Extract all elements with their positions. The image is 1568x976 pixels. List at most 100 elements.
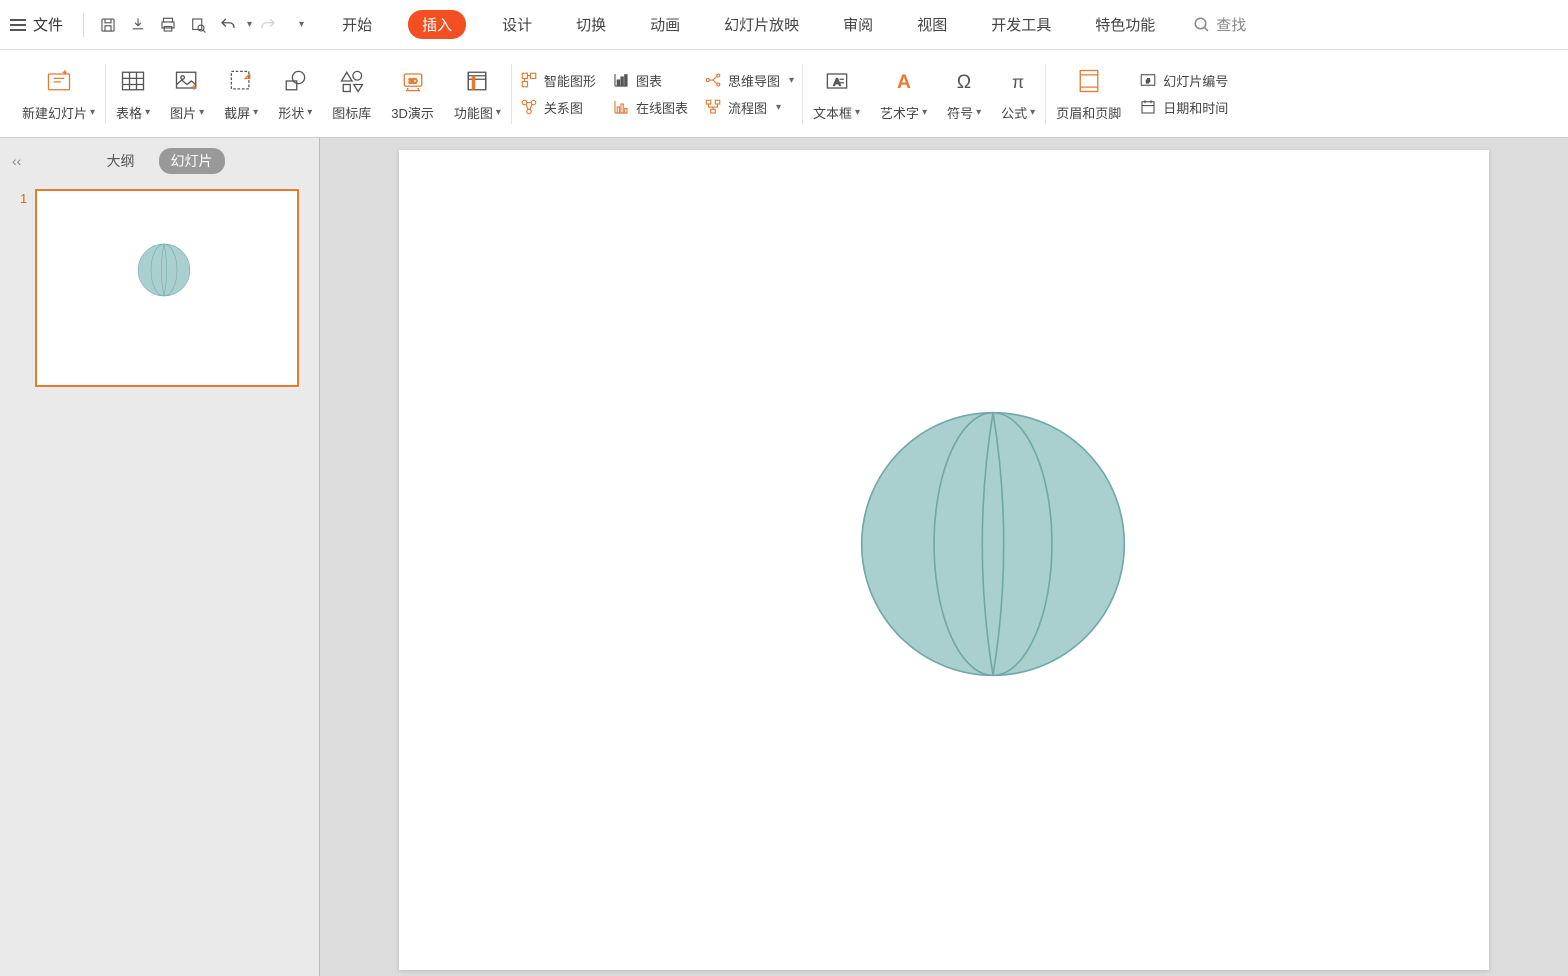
new-slide-label: 新建幻灯片 (22, 103, 87, 122)
tab-transition[interactable]: 切换 (568, 10, 614, 39)
textbox-icon: A (821, 65, 853, 97)
chart-icon (612, 71, 630, 89)
shape-button[interactable]: 形状▾ (268, 50, 322, 137)
chart-label: 图表 (636, 71, 662, 90)
screenshot-icon (225, 65, 257, 97)
equation-label: 公式 (1001, 103, 1027, 122)
relation-button[interactable]: 关系图 (520, 98, 596, 117)
chart-group: 图表 在线图表 (604, 50, 696, 137)
table-button[interactable]: 表格▾ (106, 50, 160, 137)
datetime-icon (1139, 98, 1157, 116)
feature-img-icon (461, 65, 493, 97)
image-button[interactable]: 图片▾ (160, 50, 214, 137)
new-slide-button[interactable]: 新建幻灯片▾ (12, 50, 105, 137)
main-area: ‹‹ 大纲 幻灯片 1 (0, 138, 1568, 976)
datetime-label: 日期和时间 (1163, 98, 1228, 117)
shape-label: 形状 (278, 103, 304, 122)
slide-thumb-wrap: 1 (0, 189, 319, 387)
slide-panel: ‹‹ 大纲 幻灯片 1 (0, 138, 320, 976)
wordart-icon: A (888, 65, 920, 97)
export-icon[interactable] (124, 11, 152, 39)
slide-number-icon: # (1139, 71, 1157, 89)
datetime-button[interactable]: 日期和时间 (1139, 98, 1228, 117)
menu-bar: 文件 ▾ ▾ 开始 插入 设计 切换 动画 幻灯片放映 审阅 视图 开发工具 (0, 0, 1568, 50)
symbol-label: 符号 (947, 103, 973, 122)
collapse-icon[interactable]: ‹‹ (12, 153, 21, 169)
tab-insert[interactable]: 插入 (408, 10, 466, 39)
search-icon (1193, 16, 1211, 34)
slide-number-1: 1 (20, 191, 27, 387)
tab-slideshow[interactable]: 幻灯片放映 (716, 10, 807, 39)
tab-features[interactable]: 特色功能 (1087, 10, 1163, 39)
sphere-shape[interactable] (859, 410, 1127, 678)
symbol-button[interactable]: Ω 符号▾ (937, 50, 991, 137)
mindmap-label: 思维导图 (728, 71, 780, 90)
slide-number-button[interactable]: # 幻灯片编号 (1139, 71, 1228, 90)
screenshot-button[interactable]: 截屏▾ (214, 50, 268, 137)
divider (83, 13, 84, 37)
slides-tab[interactable]: 幻灯片 (159, 148, 225, 174)
smartart-icon (520, 71, 538, 89)
relation-icon (520, 98, 538, 116)
screenshot-label: 截屏 (224, 103, 250, 122)
wordart-label: 艺术字 (880, 103, 919, 122)
smart-group: 智能图形 关系图 (512, 50, 604, 137)
tab-review[interactable]: 审阅 (835, 10, 881, 39)
number-group: # 幻灯片编号 日期和时间 (1131, 50, 1236, 137)
undo-icon[interactable] (214, 11, 242, 39)
svg-text:A: A (897, 72, 911, 93)
header-footer-button[interactable]: 页眉和页脚 (1046, 50, 1131, 137)
tab-developer[interactable]: 开发工具 (983, 10, 1059, 39)
textbox-button[interactable]: A 文本框▾ (803, 50, 870, 137)
online-chart-button[interactable]: 在线图表 (612, 98, 688, 117)
slide-thumbnail-1[interactable] (35, 189, 299, 387)
flowchart-label: 流程图 (728, 98, 767, 117)
equation-icon: π (1002, 65, 1034, 97)
search-box[interactable]: 查找 (1193, 14, 1246, 35)
online-chart-label: 在线图表 (636, 98, 688, 117)
wordart-button[interactable]: A 艺术字▾ (870, 50, 937, 137)
tab-design[interactable]: 设计 (494, 10, 540, 39)
demo3d-label: 3D演示 (391, 103, 434, 122)
tab-view[interactable]: 视图 (909, 10, 955, 39)
tab-animation[interactable]: 动画 (642, 10, 688, 39)
icon-lib-icon (336, 65, 368, 97)
ribbon-tabs: 开始 插入 设计 切换 动画 幻灯片放映 审阅 视图 开发工具 特色功能 (334, 10, 1163, 39)
panel-tabs: ‹‹ 大纲 幻灯片 (0, 148, 319, 174)
demo3d-icon: 3D (397, 65, 429, 97)
outline-tab[interactable]: 大纲 (95, 148, 147, 174)
tab-start[interactable]: 开始 (334, 10, 380, 39)
chart-button[interactable]: 图表 (612, 71, 688, 90)
equation-button[interactable]: π 公式▾ (991, 50, 1045, 137)
svg-text:π: π (1012, 72, 1024, 92)
flowchart-button[interactable]: 流程图▾ (704, 98, 794, 117)
redo-icon[interactable] (254, 11, 282, 39)
svg-text:A: A (833, 76, 840, 88)
smartart-label: 智能图形 (544, 71, 596, 90)
hamburger-icon[interactable] (10, 19, 26, 31)
new-slide-icon (43, 65, 75, 97)
shape-icon (279, 65, 311, 97)
online-chart-icon (612, 98, 630, 116)
undo-dropdown[interactable]: ▾ (247, 19, 252, 30)
save-icon[interactable] (94, 11, 122, 39)
flowchart-icon (704, 98, 722, 116)
print-icon[interactable] (154, 11, 182, 39)
file-menu[interactable]: 文件 (33, 14, 63, 35)
slide-number-label: 幻灯片编号 (1163, 71, 1228, 90)
print-preview-icon[interactable] (184, 11, 212, 39)
table-icon (117, 65, 149, 97)
table-label: 表格 (116, 103, 142, 122)
svg-text:Ω: Ω (957, 72, 971, 93)
feature-img-button[interactable]: 功能图▾ (444, 50, 511, 137)
header-footer-icon (1073, 65, 1105, 97)
svg-text:3D: 3D (408, 79, 417, 86)
search-label: 查找 (1216, 14, 1246, 35)
icon-lib-button[interactable]: 图标库 (322, 50, 381, 137)
smartart-button[interactable]: 智能图形 (520, 71, 596, 90)
demo3d-button[interactable]: 3D 3D演示 (381, 50, 444, 137)
mindmap-button[interactable]: 思维导图▾ (704, 71, 794, 90)
qat-more[interactable]: ▾ (299, 19, 304, 30)
sphere-thumb-icon (137, 243, 191, 297)
slide-canvas[interactable] (399, 150, 1489, 970)
